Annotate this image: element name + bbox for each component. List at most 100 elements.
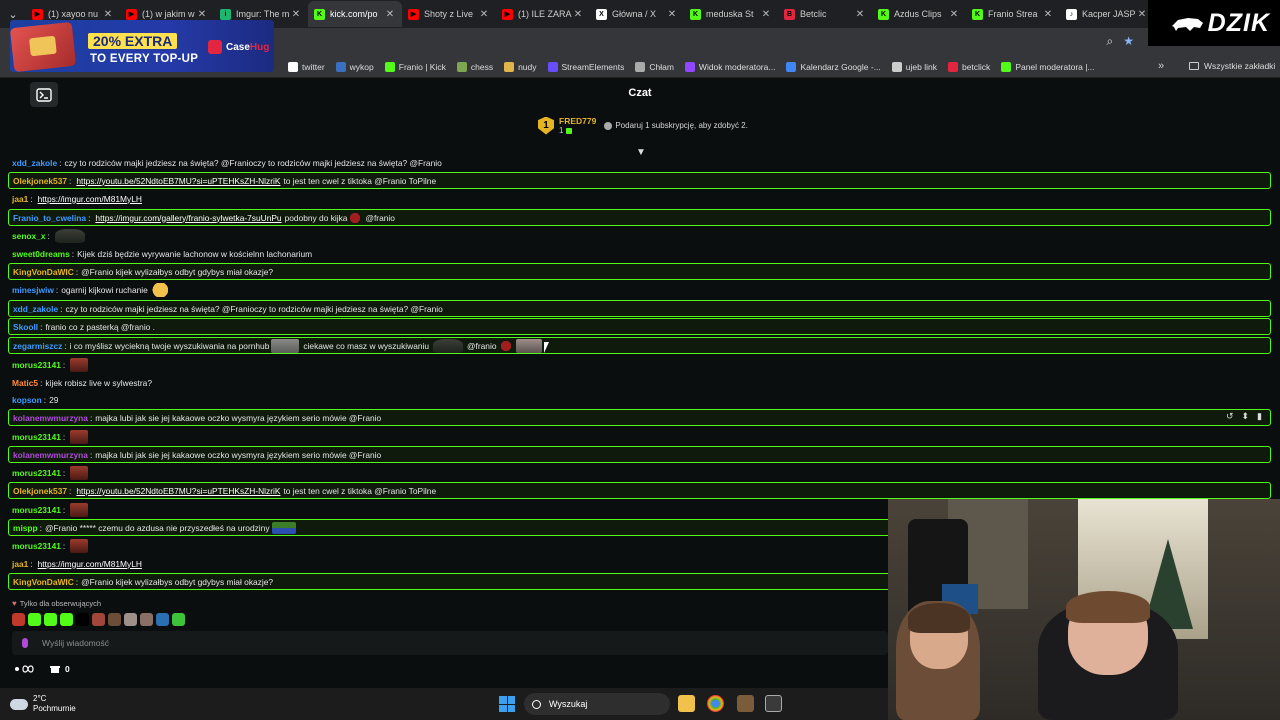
bookmark-item[interactable]: twitter xyxy=(288,61,325,72)
chat-username[interactable]: Matic5 xyxy=(12,378,38,388)
chat-message[interactable]: Matic5: kijek robisz live w sylwestra? xyxy=(8,374,1271,391)
tab-close-icon[interactable]: ✕ xyxy=(760,9,772,20)
chat-username[interactable]: KingVonDaWIC xyxy=(13,267,74,277)
chat-username[interactable]: xdd_zakole xyxy=(12,158,57,168)
chat-message[interactable]: morus23141: xyxy=(8,428,1271,445)
chat-username[interactable]: kolanemwmurzyna xyxy=(13,413,88,423)
chat-link[interactable]: https://imgur.com/M81MyLH xyxy=(38,559,142,569)
chat-message[interactable]: kopson:29 xyxy=(8,391,1271,408)
bookmark-item[interactable]: Widok moderatora... xyxy=(684,61,775,72)
chat-username[interactable]: morus23141 xyxy=(12,505,61,515)
chat-message[interactable]: sweet0dreams: Kijek dziś będzie wyrywanie… xyxy=(8,245,1271,262)
bookmark-item[interactable]: wykop xyxy=(335,61,374,72)
chat-message[interactable]: jaa1: https://imgur.com/M81MyLH xyxy=(8,190,1271,207)
tab-close-icon[interactable]: ✕ xyxy=(102,9,114,20)
browser-tab[interactable]: B Betclic ✕ xyxy=(778,1,872,27)
chat-username[interactable]: kolanemwmurzyna xyxy=(13,450,88,460)
chat-username[interactable]: KingVonDaWIC xyxy=(13,577,74,587)
delete-icon[interactable]: ▮ xyxy=(1257,411,1262,422)
chat-message[interactable]: Olekjonek537: https://youtu.be/52NdtoEB7M… xyxy=(8,482,1271,499)
chat-username[interactable]: kopson xyxy=(12,395,42,405)
chat-username[interactable]: jaa1 xyxy=(12,559,28,569)
emote-kick-icon[interactable] xyxy=(60,613,73,626)
casehug-ad-banner[interactable]: 20% EXTRA TO EVERY TOP-UP Case Hug xyxy=(10,20,274,72)
chat-username[interactable]: morus23141 xyxy=(12,432,61,442)
chat-message[interactable]: kolanemwmurzyna: majka lubi jak sie jej k… xyxy=(8,409,1271,426)
tab-close-icon[interactable]: ✕ xyxy=(572,9,584,20)
chat-username[interactable]: morus23141 xyxy=(12,541,61,551)
chat-message[interactable]: morus23141: xyxy=(8,464,1271,481)
emote-face-icon[interactable] xyxy=(92,613,105,626)
bookmark-item[interactable]: StreamElements xyxy=(547,61,624,72)
emote-face-icon[interactable] xyxy=(140,613,153,626)
browser-tab[interactable]: Kkick.com/po ✕ xyxy=(308,1,402,27)
bookmark-item[interactable]: ujeb link xyxy=(891,61,937,72)
chat-username[interactable]: morus23141 xyxy=(12,360,61,370)
chat-username[interactable]: sweet0dreams xyxy=(12,249,70,259)
chat-username[interactable]: Skooll xyxy=(13,322,38,332)
chat-username[interactable]: Olekjonek537 xyxy=(13,486,67,496)
chat-message[interactable]: morus23141: xyxy=(8,356,1271,373)
tab-close-icon[interactable]: ✕ xyxy=(1042,9,1054,20)
windows-start-icon[interactable] xyxy=(499,696,515,712)
chat-link[interactable]: https://imgur.com/M81MyLH xyxy=(38,194,142,204)
top-gifter-banner[interactable]: 1 FRED779 1 Podaruj 1 subskrypcję, aby z… xyxy=(538,116,748,135)
emote-face-icon[interactable] xyxy=(124,613,137,626)
emote-kick-icon[interactable] xyxy=(172,613,185,626)
bookmark-item[interactable]: nudy xyxy=(504,61,537,72)
weather-widget[interactable]: 2°C Pochmurnie xyxy=(10,694,76,714)
bookmark-item[interactable]: Panel moderatora |... xyxy=(1001,61,1095,72)
bookmark-star-icon[interactable]: ★ xyxy=(1123,34,1134,49)
reply-icon[interactable]: ↺ xyxy=(1226,411,1234,422)
emote-dark-icon[interactable] xyxy=(76,613,89,626)
emote-kick-icon[interactable] xyxy=(44,613,57,626)
chat-username[interactable]: minesjwiw xyxy=(12,285,54,295)
tab-close-icon[interactable]: ✕ xyxy=(948,9,960,20)
chat-message[interactable]: kolanemwmurzyna: majka lubi jak sie jej k… xyxy=(8,446,1271,463)
chat-link[interactable]: https://imgur.com/gallery/franio-sylwetk… xyxy=(95,213,281,223)
microphone-icon[interactable] xyxy=(22,638,28,648)
browser-tab[interactable]: ♪ Kacper JASP ✕ xyxy=(1060,1,1154,27)
chat-link[interactable]: https://youtu.be/52NdtoEB7MU?si=uPTEHKsZ… xyxy=(76,176,280,186)
chat-username[interactable]: xdd_zakole xyxy=(13,304,58,314)
browser-tab[interactable]: Kmeduska St ✕ xyxy=(684,1,778,27)
app-icon[interactable] xyxy=(737,695,754,712)
chat-message[interactable]: minesjwiw: ogarnij kijkowi ruchanie xyxy=(8,281,1271,298)
all-bookmarks-folder[interactable]: Wszystkie zakładki xyxy=(1189,61,1275,71)
file-explorer-icon[interactable] xyxy=(678,695,695,712)
bookmark-item[interactable]: chess xyxy=(456,61,493,72)
emote-pepe-icon[interactable] xyxy=(156,613,169,626)
chrome-icon[interactable] xyxy=(707,695,724,712)
chat-username[interactable]: mispp xyxy=(13,523,38,533)
tab-close-icon[interactable]: ✕ xyxy=(384,9,396,20)
chat-message[interactable]: KingVonDaWIC: @Franio kijek wylizałbys od… xyxy=(8,263,1271,280)
chat-username[interactable]: zegarmiszcz xyxy=(13,341,62,351)
chat-username[interactable]: Franio_to_cwelina xyxy=(13,213,86,223)
chat-message[interactable]: Skooll: franio co z pasterką @franio . xyxy=(8,318,1271,335)
bookmarks-overflow-chevron-icon[interactable]: » xyxy=(1158,60,1164,72)
tab-close-icon[interactable]: ✕ xyxy=(196,9,208,20)
chat-username[interactable]: morus23141 xyxy=(12,468,61,478)
chat-username[interactable]: senox_x xyxy=(12,231,46,241)
chat-message[interactable]: xdd_zakole: czy to rodziców majki jedzies… xyxy=(8,154,1271,171)
chat-message-input[interactable]: Wyślij wiadomość xyxy=(12,631,888,655)
emote-rage-icon[interactable] xyxy=(12,613,25,626)
chat-username[interactable]: Olekjonek537 xyxy=(13,176,67,186)
tab-close-icon[interactable]: ✕ xyxy=(854,9,866,20)
zoom-icon[interactable]: ⌕ xyxy=(1107,34,1114,49)
browser-tab[interactable]: ▶ Shoty z Live ✕ xyxy=(402,1,496,27)
emote-face-icon[interactable] xyxy=(108,613,121,626)
browser-tab[interactable]: X Główna / X ✕ xyxy=(590,1,684,27)
tab-close-icon[interactable]: ✕ xyxy=(666,9,678,20)
gift-count-button[interactable]: 0 xyxy=(50,664,70,674)
emote-kick-icon[interactable] xyxy=(28,613,41,626)
browser-tab[interactable]: ▶ (1) ILE ZARA ✕ xyxy=(496,1,590,27)
chat-username[interactable]: jaa1 xyxy=(12,194,28,204)
tab-close-icon[interactable]: ✕ xyxy=(1136,9,1148,20)
browser-tab[interactable]: K Franio Strea ✕ xyxy=(966,1,1060,27)
chat-link[interactable]: https://youtu.be/52NdtoEB7MU?si=uPTEHKsZ… xyxy=(76,486,280,496)
taskbar-search[interactable]: Wyszukaj xyxy=(524,693,670,715)
bookmark-item[interactable]: Chłam xyxy=(635,61,674,72)
bookmark-item[interactable]: Kalendarz Google -... xyxy=(786,61,881,72)
chat-message[interactable]: xdd_zakole: czy to rodziców majki jedzies… xyxy=(8,300,1271,317)
